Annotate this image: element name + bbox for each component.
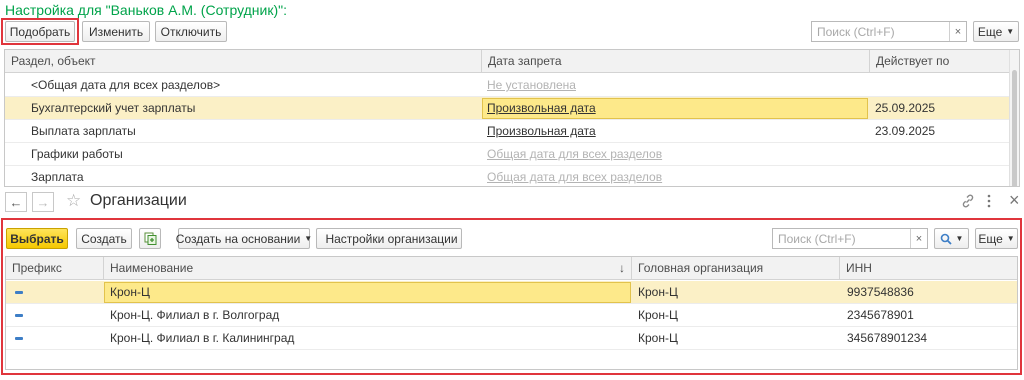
settings-table-header: Раздел, объект Дата запрета Действует по bbox=[5, 50, 1019, 73]
link-icon[interactable] bbox=[960, 193, 976, 212]
scrollbar-thumb[interactable] bbox=[1012, 70, 1017, 186]
organization-settings-label: Настройки организации bbox=[325, 231, 458, 246]
column-header-prefix[interactable]: Префикс bbox=[6, 257, 104, 280]
section-cell: Зарплата bbox=[31, 170, 84, 184]
search-input[interactable]: Поиск (Ctrl+F) × bbox=[811, 21, 967, 42]
section-cell: <Общая дата для всех разделов> bbox=[31, 78, 221, 92]
column-header-inn[interactable]: ИНН bbox=[840, 257, 1017, 280]
table-row[interactable]: Графики работы Общая дата для всех разде… bbox=[5, 143, 1019, 166]
organizations-table: Префикс Наименование ↓ Головная организа… bbox=[5, 256, 1018, 370]
item-marker-icon bbox=[15, 291, 23, 294]
vertical-scrollbar[interactable] bbox=[1009, 50, 1019, 186]
organization-settings-button[interactable]: Настройки организации bbox=[316, 228, 462, 249]
more-button[interactable]: Еще ▼ bbox=[973, 21, 1019, 42]
copy-icon bbox=[144, 232, 156, 245]
section-cell: Графики работы bbox=[31, 147, 123, 161]
form-title: Настройка для "Ваньков А.М. (Сотрудник)"… bbox=[5, 2, 287, 18]
more-vertical-icon[interactable] bbox=[986, 194, 992, 211]
back-button[interactable]: ← bbox=[5, 192, 27, 212]
sort-arrow-icon: ↓ bbox=[619, 261, 625, 275]
item-marker-icon bbox=[15, 337, 23, 340]
ban-date-cell[interactable]: Общая дата для всех разделов bbox=[487, 166, 662, 186]
search-placeholder: Поиск (Ctrl+F) bbox=[817, 24, 895, 39]
inn-cell: 9937548836 bbox=[847, 285, 914, 299]
org-search-input[interactable]: Поиск (Ctrl+F) × bbox=[772, 228, 928, 249]
column-header-name[interactable]: Наименование ↓ bbox=[104, 257, 632, 280]
select-button[interactable]: Выбрать bbox=[6, 228, 68, 249]
organizations-table-header: Префикс Наименование ↓ Головная организа… bbox=[6, 257, 1017, 280]
column-header-section[interactable]: Раздел, объект bbox=[5, 50, 482, 73]
settings-table: Раздел, объект Дата запрета Действует по… bbox=[4, 49, 1020, 187]
org-more-label: Еще bbox=[978, 231, 1003, 246]
name-cell[interactable]: Крон-Ц. Филиал в г. Волгоград bbox=[110, 304, 279, 327]
valid-to-cell: 25.09.2025 bbox=[875, 101, 936, 115]
table-row[interactable]: <Общая дата для всех разделов> Не устано… bbox=[5, 74, 1019, 97]
dropdown-arrow-icon: ▼ bbox=[304, 234, 313, 243]
column-header-name-label: Наименование bbox=[110, 261, 194, 275]
head-organization-cell: Крон-Ц bbox=[638, 285, 678, 299]
dropdown-arrow-icon: ▼ bbox=[1006, 234, 1015, 243]
inn-cell: 345678901234 bbox=[847, 331, 928, 345]
create-button[interactable]: Создать bbox=[76, 228, 132, 249]
active-cell[interactable] bbox=[104, 282, 631, 303]
column-header-ban-date[interactable]: Дата запрета bbox=[482, 50, 870, 73]
org-more-button[interactable]: Еще ▼ bbox=[975, 228, 1018, 249]
ban-date-cell[interactable]: Не установлена bbox=[487, 74, 576, 97]
table-row-selected[interactable]: Бухгалтерский учет зарплаты Произвольная… bbox=[5, 97, 1019, 120]
column-header-valid-to[interactable]: Действует по bbox=[870, 50, 1010, 73]
edit-button[interactable]: Изменить bbox=[82, 21, 150, 42]
name-cell[interactable]: Крон-Ц bbox=[110, 281, 150, 304]
table-row[interactable]: Зарплата Общая дата для всех разделов bbox=[5, 166, 1019, 186]
dropdown-arrow-icon: ▼ bbox=[1006, 27, 1015, 36]
search-icon bbox=[940, 233, 952, 245]
ban-date-cell[interactable]: Общая дата для всех разделов bbox=[487, 143, 662, 166]
clear-search-icon[interactable]: × bbox=[949, 22, 966, 41]
ban-date-cell[interactable]: Произвольная дата bbox=[487, 97, 596, 120]
inn-cell: 2345678901 bbox=[847, 308, 914, 322]
disable-button[interactable]: Отключить bbox=[155, 21, 227, 42]
create-based-on-button[interactable]: Создать на основании ▼ bbox=[175, 228, 313, 249]
copy-button[interactable] bbox=[139, 228, 161, 249]
window-title: Организации bbox=[90, 192, 187, 209]
name-cell[interactable]: Крон-Ц. Филиал в г. Калининград bbox=[110, 327, 294, 350]
forward-button[interactable]: → bbox=[32, 192, 54, 212]
org-search-placeholder: Поиск (Ctrl+F) bbox=[778, 231, 856, 246]
table-row-selected[interactable]: Крон-Ц Крон-Ц 9937548836 bbox=[6, 281, 1017, 304]
section-cell: Выплата зарплаты bbox=[31, 124, 136, 138]
close-icon[interactable]: × bbox=[1009, 190, 1020, 211]
more-label: Еще bbox=[977, 24, 1003, 39]
section-cell: Бухгалтерский учет зарплаты bbox=[31, 101, 196, 115]
search-options-button[interactable]: ▼ bbox=[934, 228, 969, 249]
table-row[interactable]: Крон-Ц. Филиал в г. Калининград Крон-Ц 3… bbox=[6, 327, 1017, 350]
favorite-star-icon[interactable]: ☆ bbox=[66, 191, 81, 211]
create-based-on-label: Создать на основании bbox=[175, 231, 301, 246]
forward-arrow-icon: → bbox=[36, 194, 50, 210]
head-organization-cell: Крон-Ц bbox=[638, 308, 678, 322]
dropdown-arrow-icon: ▼ bbox=[955, 234, 964, 243]
ban-date-cell[interactable]: Произвольная дата bbox=[487, 120, 596, 143]
back-arrow-icon: ← bbox=[9, 194, 23, 210]
table-row[interactable]: Выплата зарплаты Произвольная дата 23.09… bbox=[5, 120, 1019, 143]
table-row[interactable]: Крон-Ц. Филиал в г. Волгоград Крон-Ц 234… bbox=[6, 304, 1017, 327]
item-marker-icon bbox=[15, 314, 23, 317]
clear-search-icon[interactable]: × bbox=[910, 229, 927, 248]
head-organization-cell: Крон-Ц bbox=[638, 331, 678, 345]
column-header-head-organization[interactable]: Головная организация bbox=[632, 257, 840, 280]
pick-button[interactable]: Подобрать bbox=[5, 21, 75, 42]
valid-to-cell: 23.09.2025 bbox=[875, 124, 936, 138]
